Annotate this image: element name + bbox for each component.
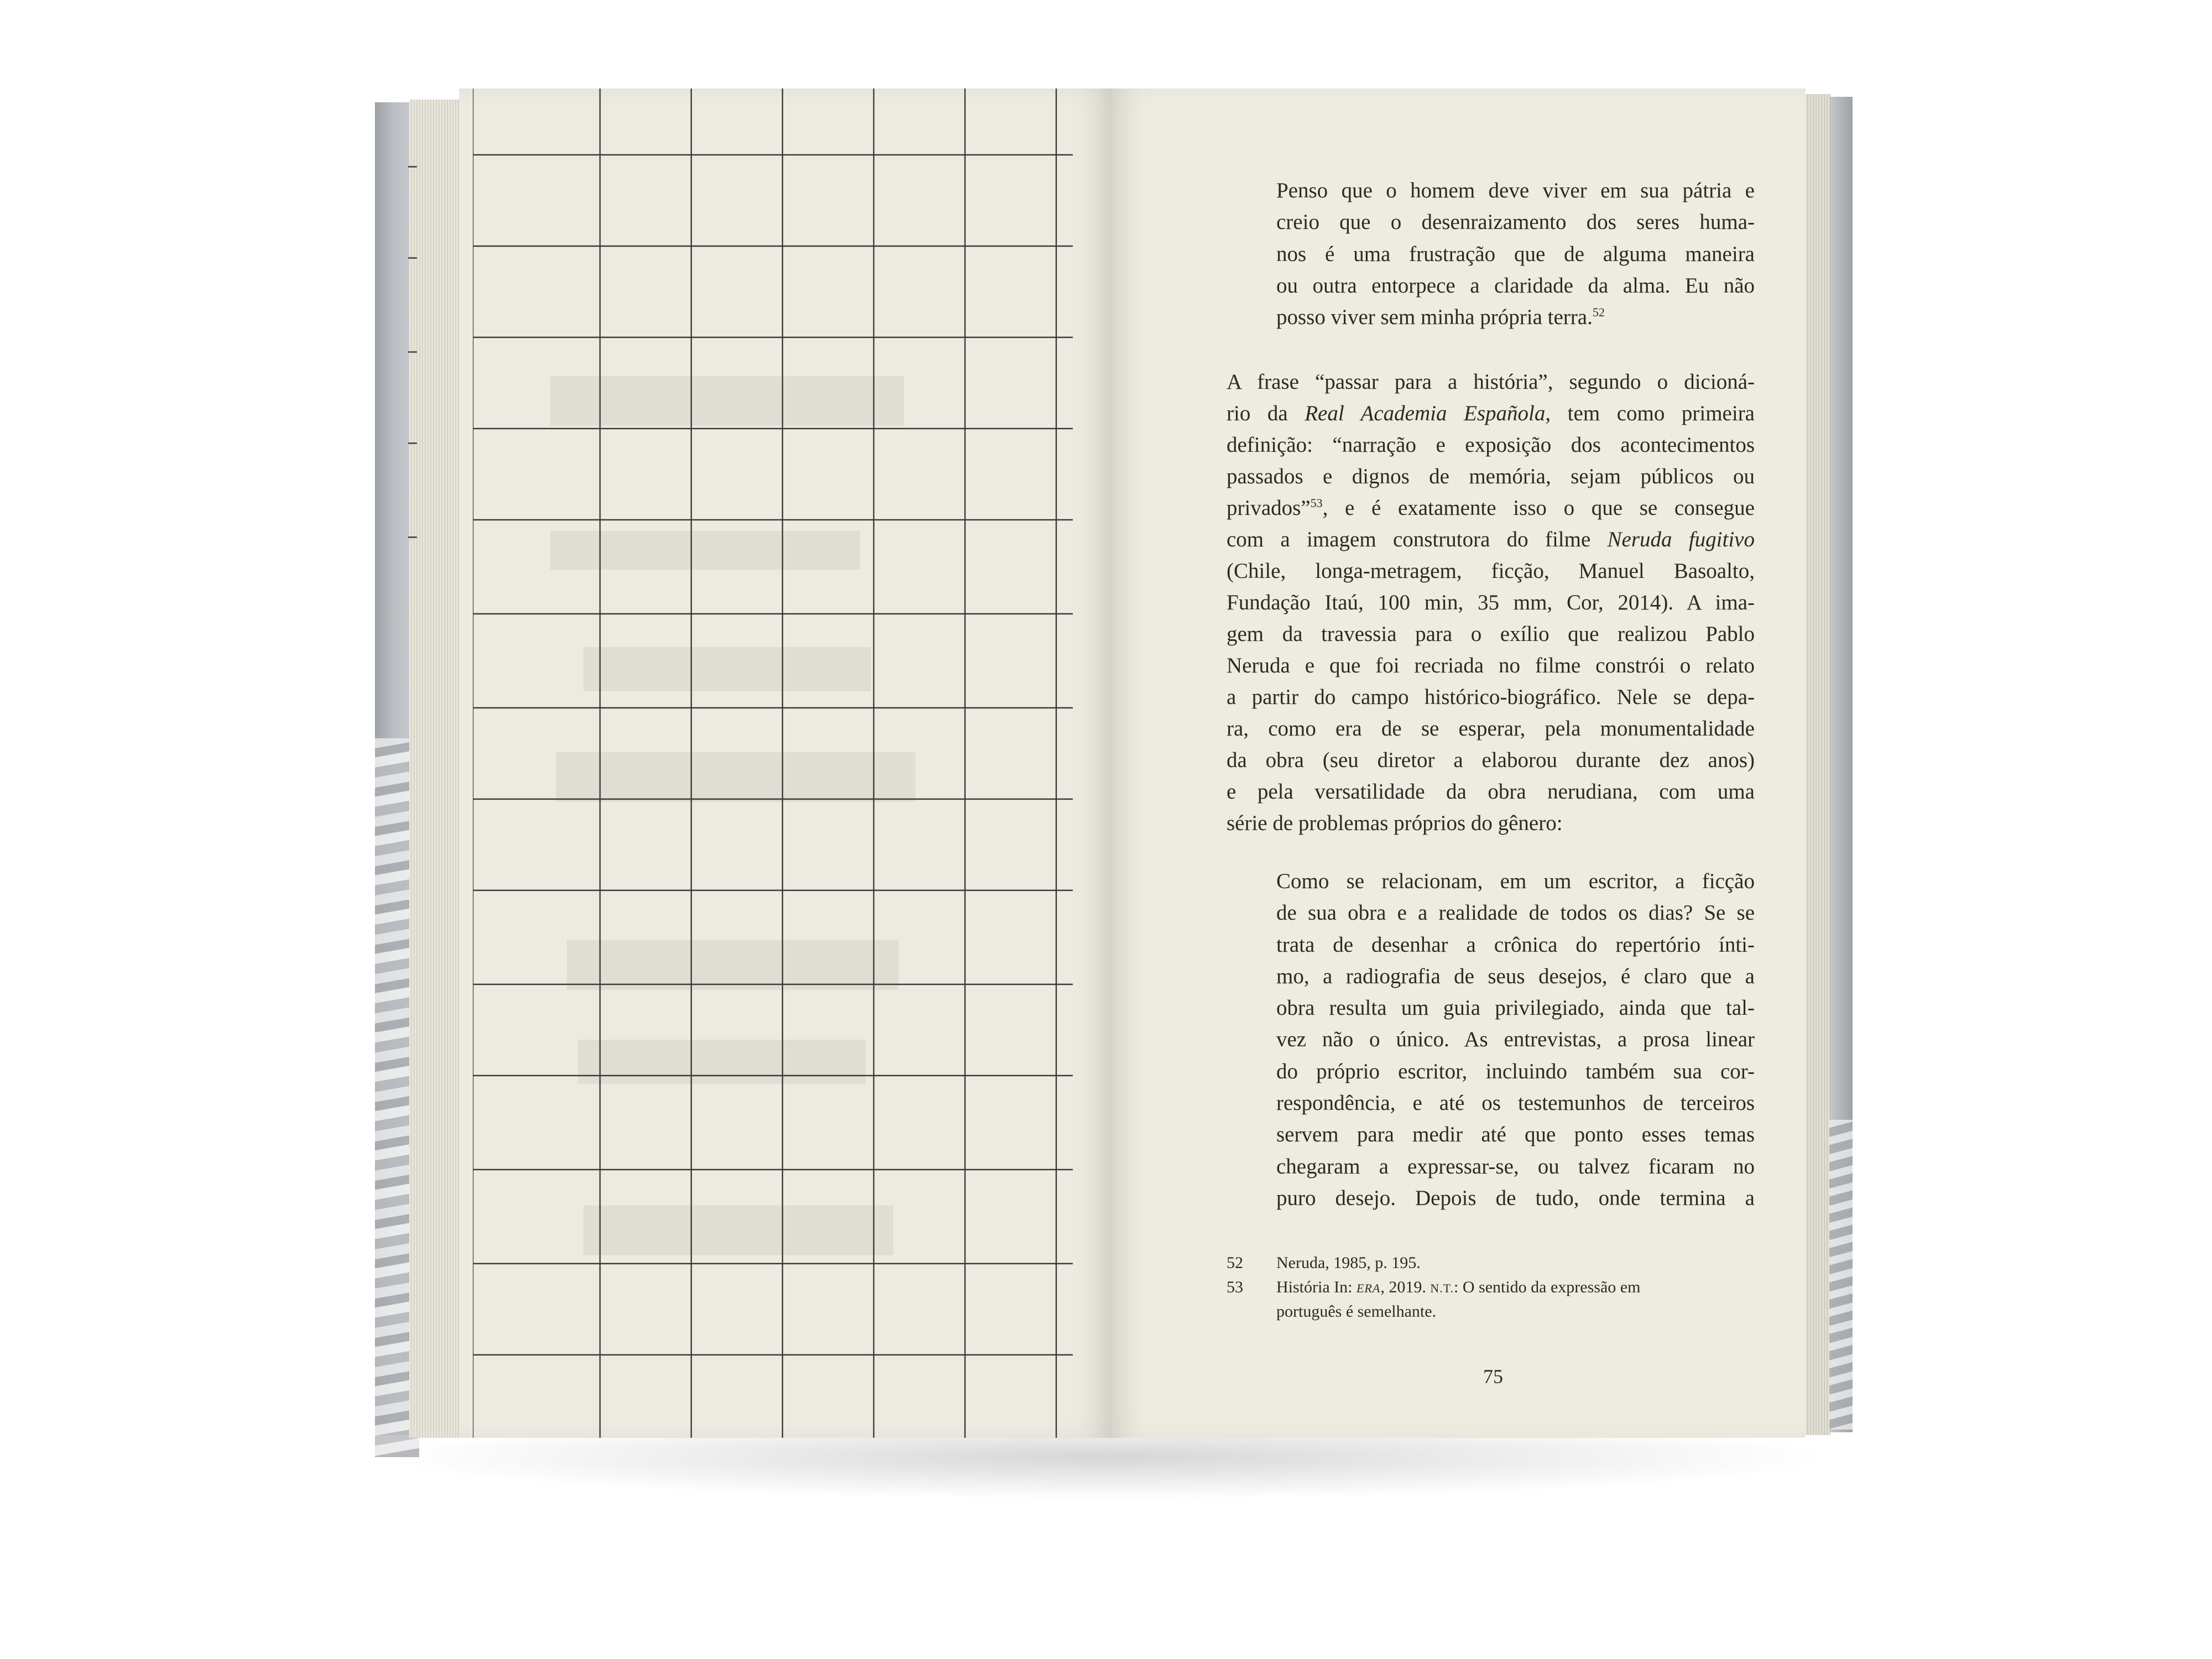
text-segment: : O sentido da expressão em [1454,1278,1641,1296]
footnote-number: 53 [1227,1278,1243,1296]
footnote-text: português é semelhante. [1276,1302,1437,1321]
footnote-ref-53: 53 [1310,496,1323,510]
text-line: privados”53, e é exatamente isso o que s… [1227,492,1755,524]
text-line: da obra (seu diretor a elaborou durante … [1227,748,1755,772]
text-line: Fundação Itaú, 100 min, 35 mm, Cor, 2014… [1227,591,1755,614]
text-line: servem para medir até que ponto esses te… [1276,1123,1755,1147]
text-segment: , e é exatamente isso o que se consegue [1322,496,1755,520]
text-line: creio que o desenraizamento dos seres hu… [1276,210,1755,234]
edge-tick [408,536,417,538]
text-line: série de problemas próprios do gênero: [1227,811,1563,835]
edge-tick [408,351,417,353]
text-segment: com a imagem construtora do filme [1227,528,1608,551]
edge-tick [408,442,417,444]
footnote-text: História In: ERA, 2019. N.T.: O sentido … [1276,1275,1755,1301]
small-caps-abbrev: N.T. [1430,1281,1454,1295]
text-line: Como se relacionam, em um escritor, a fi… [1276,869,1755,893]
text-line: chegaram a expressar-se, ou talvez ficar… [1276,1154,1755,1178]
page-edges-right [1806,94,1830,1435]
text-line: Penso que o homem deve viver em sua pátr… [1276,179,1755,202]
text-segment: História In: [1276,1278,1357,1296]
edge-tick [408,257,417,259]
text-line: gem da travessia para o exílio que reali… [1227,622,1755,646]
grid-lines [473,88,1073,1438]
block-quote-top: Penso que o homem deve viver em sua pátr… [1276,175,1755,333]
footnote-53: 53 História In: ERA, 2019. N.T.: O senti… [1227,1275,1755,1324]
small-caps-abbrev: ERA [1356,1281,1381,1295]
block-quote-bottom: Como se relacionam, em um escritor, a fi… [1276,865,1755,1214]
text-line: a partir do campo histórico-biográfico. … [1227,685,1755,709]
book-cover-right [1829,97,1853,1432]
edge-tick [408,166,417,168]
text-line: ou outra entorpece a claridade da alma. … [1276,273,1755,298]
footnote-ref-52: 52 [1592,305,1605,320]
text-segment: , 2019. [1380,1278,1431,1296]
text-line: obra resulta um guia privilegiado, ainda… [1276,996,1755,1020]
text-line: definição: “narração e exposição dos aco… [1227,433,1755,457]
cover-texture [1829,1120,1853,1430]
text-line: do próprio escritor, incluindo também su… [1276,1059,1755,1083]
footnote-text: Neruda, 1985, p. 195. [1276,1254,1421,1272]
text-line: vez não o único. As entrevistas, a prosa… [1276,1027,1755,1052]
text-segment: privados” [1227,496,1311,520]
text-line: posso viver sem minha própria terra.52 [1276,301,1755,333]
text-line: respondência, e até os testemunhos de te… [1276,1091,1755,1115]
italic-title: Real Academia Española [1305,401,1546,425]
footnote-52: 52 Neruda, 1985, p. 195. [1227,1251,1755,1275]
text-line: nos é uma frustração que de alguma manei… [1276,242,1755,266]
grid-page [473,88,1073,1438]
text-line: A frase “passar para a história”, segund… [1227,370,1755,394]
footnote-number: 52 [1227,1254,1243,1272]
text-line: rio da Real Academia Española, tem como … [1227,398,1755,429]
text-line: trata de desenhar a crônica do repertóri… [1276,932,1755,957]
text-line: Neruda e que foi recriada no filme const… [1227,654,1755,677]
text-line: de sua obra e a realidade de todos os di… [1276,901,1755,925]
text-line: com a imagem construtora do filme Neruda… [1227,524,1755,555]
page-edges-left [409,100,459,1438]
text-line: (Chile, longa-metragem, ficção, Manuel B… [1227,559,1755,583]
text-line: ra, como era de se esperar, pela monumen… [1227,717,1755,740]
text-line: passados e dignos de memória, sejam públ… [1227,465,1755,488]
italic-title: Neruda fugitivo [1607,528,1755,551]
page-number: 75 [1483,1365,1503,1387]
text-segment: , tem como primeira [1545,401,1755,425]
text-line: puro desejo. Depois de tudo, onde termin… [1276,1186,1755,1210]
text-line: e pela versatilidade da obra nerudiana, … [1227,780,1755,804]
text-segment: posso viver sem minha própria terra. [1276,305,1593,330]
body-paragraph: A frase “passar para a história”, segund… [1227,366,1755,839]
text-segment: rio da [1227,401,1305,425]
text-line: mo, a radiografia de seus desejos, é cla… [1276,964,1755,988]
